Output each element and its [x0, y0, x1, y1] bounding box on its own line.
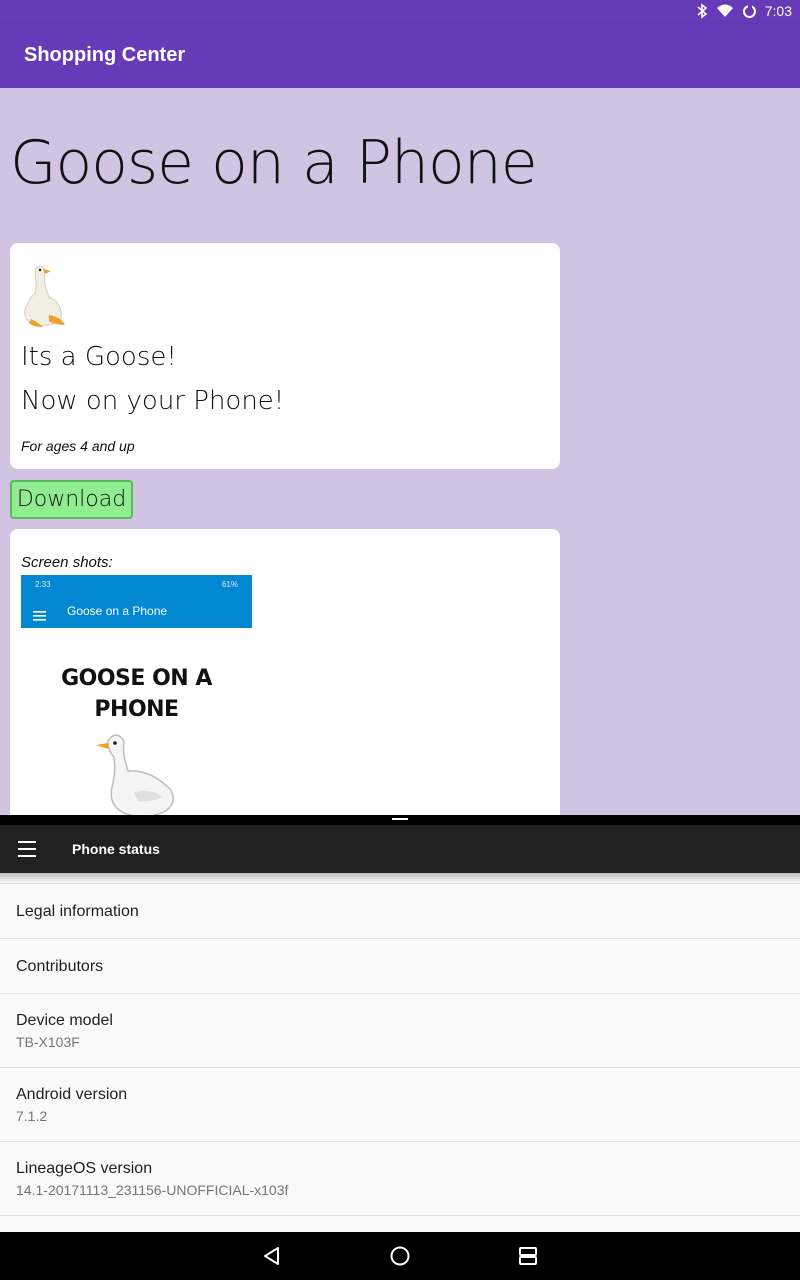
list-item-title: Contributors	[16, 958, 104, 975]
list-item-value: 7.1.2	[16, 1108, 48, 1124]
screenshot-app-title: Goose on a Phone	[67, 604, 168, 618]
app-bar: Shopping Center	[0, 24, 800, 88]
list-item-title: Device model	[16, 1012, 113, 1029]
list-item-title: Legal information	[16, 903, 139, 920]
age-rating: For ages 4 and up	[21, 438, 135, 454]
list-item-android-version[interactable]: Android version 7.1.2	[0, 1068, 800, 1142]
screenshot-battery: 61%	[221, 580, 238, 589]
download-button[interactable]: Download	[10, 480, 133, 519]
screenshot-menu-icon	[33, 606, 46, 621]
screenshot-status-bar: 2:33 61%	[21, 575, 252, 595]
list-item-title: LineageOS version	[16, 1160, 153, 1177]
product-card: Its a Goose! Now on your Phone! For ages…	[10, 243, 560, 469]
settings-list[interactable]: Legal information Contributors Device mo…	[0, 883, 800, 1232]
goose-plush-image	[21, 263, 67, 327]
web-content[interactable]: Goose on a Phone Its a Goose! Now on you…	[0, 88, 800, 815]
list-item-value: 14.1-20171113_231156-UNOFFICIAL-x103f	[16, 1182, 289, 1198]
app-title: Shopping Center	[24, 44, 186, 66]
screenshot-time: 2:33	[35, 580, 51, 589]
back-icon[interactable]	[260, 1244, 284, 1268]
list-item-title: Android version	[16, 1086, 128, 1103]
list-item-contributors[interactable]: Contributors	[0, 939, 800, 994]
split-screen-divider[interactable]	[0, 815, 800, 825]
recents-icon[interactable]	[516, 1244, 540, 1268]
tagline-phone: Now on your Phone!	[21, 386, 285, 416]
page-title: Goose on a Phone	[10, 128, 538, 198]
app-screenshot[interactable]: 2:33 61% Goose on a Phone GOOSE ON A PHO…	[21, 575, 252, 815]
navigation-bar	[0, 1232, 800, 1280]
list-item-device-model[interactable]: Device model TB-X103F	[0, 994, 800, 1068]
screenshots-card: Screen shots: 2:33 61% Goose on a Phone …	[10, 529, 560, 815]
toolbar-shadow	[0, 873, 800, 883]
status-icons: 7:03	[696, 3, 792, 19]
settings-toolbar: Phone status	[0, 825, 800, 873]
screenshots-label: Screen shots:	[21, 554, 113, 571]
screenshot-headline: GOOSE ON A PHONE	[61, 666, 212, 722]
goose-emoji-image	[94, 731, 180, 815]
list-item-value: TB-X103F	[16, 1034, 80, 1050]
bluetooth-icon	[696, 3, 708, 19]
wifi-icon	[716, 4, 734, 18]
status-bar: 7:03	[0, 0, 800, 24]
list-item-lineageos-version[interactable]: LineageOS version 14.1-20171113_231156-U…	[0, 1142, 800, 1216]
tagline-goose: Its a Goose!	[21, 342, 177, 372]
sync-icon	[742, 3, 757, 19]
screenshot-app-bar: Goose on a Phone	[21, 595, 252, 628]
list-item-legal[interactable]: Legal information	[0, 884, 800, 939]
menu-icon[interactable]	[18, 841, 38, 857]
clock: 7:03	[764, 3, 792, 19]
settings-title: Phone status	[72, 841, 160, 857]
home-icon[interactable]	[388, 1244, 412, 1268]
divider-handle[interactable]	[392, 818, 408, 820]
